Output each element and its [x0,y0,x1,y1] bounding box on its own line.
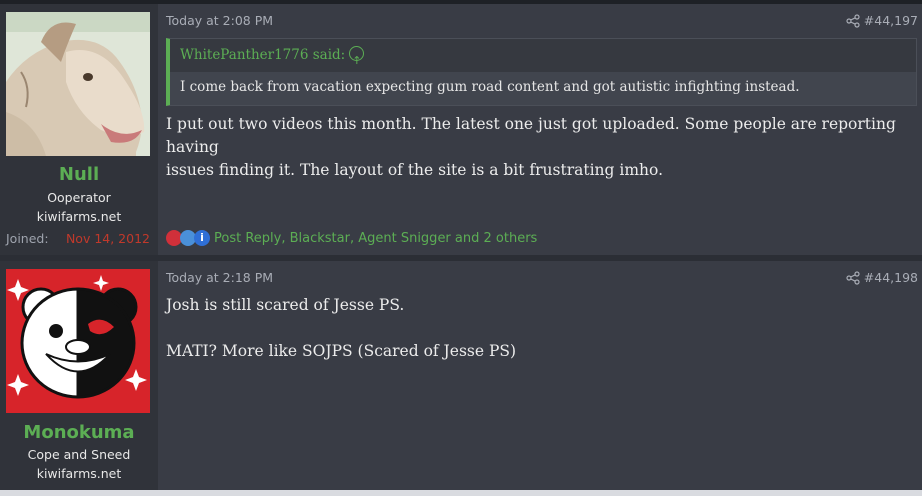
post-timestamp[interactable]: Today at 2:18 PM [166,270,273,285]
joined-label: Joined: [6,231,49,246]
user-sidebar: Null Ooperator kiwifarms.net Joined: Nov… [0,4,158,255]
post-body-blank-line [166,317,914,340]
quote-text: I come back from vacation expecting gum … [180,79,800,95]
post-body-line: MATI? More like SOJPS (Scared of Jesse P… [166,342,517,360]
user-site: kiwifarms.net [36,209,122,224]
post-body: Josh is still scared of Jesse PS. MATI? … [166,294,914,363]
avatar[interactable] [6,12,150,156]
reactions-list[interactable]: Post Reply, Blackstar, Agent Snigger and… [214,231,537,246]
user-site: kiwifarms.net [36,466,122,481]
avatar[interactable] [6,269,150,413]
post-number[interactable]: #44,197 [864,13,918,28]
post-main: Today at 2:18 PM #44,198 Josh is still s… [158,261,922,490]
post-timestamp[interactable]: Today at 2:08 PM [166,13,273,28]
post-body-line: issues finding it. The layout of the sit… [166,161,664,179]
quote-header[interactable]: WhitePanther1776 said: [170,39,916,77]
share-icon[interactable] [846,14,860,28]
username[interactable]: Null [0,164,158,185]
share-icon[interactable] [846,271,860,285]
post-body-line: Josh is still scared of Jesse PS. [166,296,405,314]
username[interactable]: Monokuma [0,422,158,443]
quote-author[interactable]: WhitePanther1776 said: [180,47,345,63]
post-body: I put out two videos this month. The lat… [166,113,914,182]
info-icon: i [194,230,210,246]
monokuma-avatar-icon [6,269,150,413]
joined-date: Nov 14, 2012 [65,231,150,246]
page-bottom-strip [0,490,922,496]
user-sidebar: Monokuma Cope and Sneed kiwifarms.net [0,261,158,490]
post: Monokuma Cope and Sneed kiwifarms.net To… [0,261,922,490]
post-number[interactable]: #44,198 [864,270,918,285]
quote-block: WhitePanther1776 said: I come back from … [166,38,917,106]
dog-avatar-icon [6,12,150,156]
post-main: Today at 2:08 PM #44,197 WhitePanther177… [158,4,922,255]
post: Null Ooperator kiwifarms.net Joined: Nov… [0,4,922,255]
user-title: Ooperator [47,190,111,205]
user-title: Cope and Sneed [27,447,131,462]
jump-to-quote-icon[interactable] [349,44,365,77]
reactions-bar[interactable]: i Post Reply, Blackstar, Agent Snigger a… [166,229,537,247]
post-body-line: I put out two videos this month. The lat… [166,115,896,156]
